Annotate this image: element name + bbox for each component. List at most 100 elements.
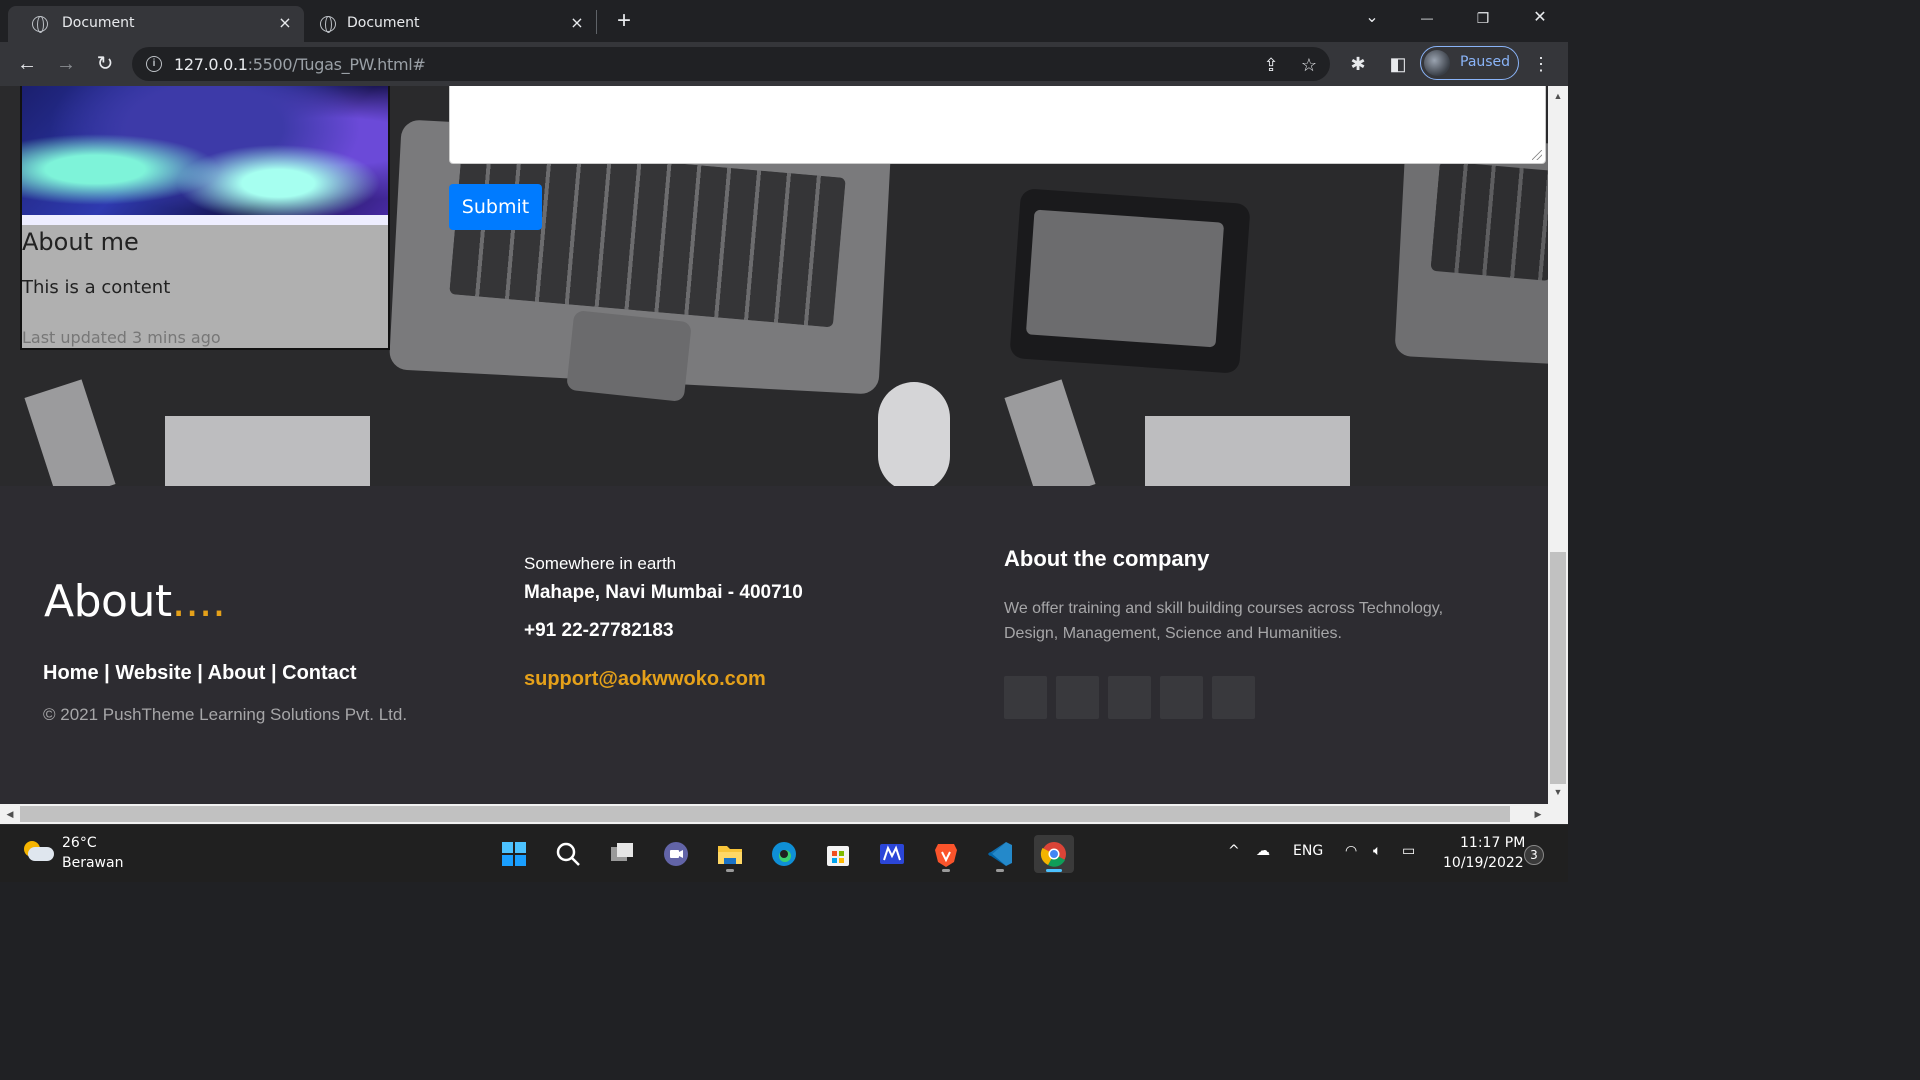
social-link-5[interactable] [1212,676,1255,719]
tray-illustration-2 [1004,379,1096,486]
share-icon[interactable]: ⇪ [1260,54,1282,76]
card-text: This is a content [22,277,171,298]
horizontal-scrollbar[interactable]: ◀ ▶ [0,804,1568,824]
address-bar[interactable]: i 127.0.0.1:5500/Tugas_PW.html# ⇪ ☆ [132,47,1330,81]
edge-button[interactable] [764,835,804,873]
close-tab-icon[interactable]: × [274,12,296,34]
extensions-icon[interactable]: ✱ [1345,52,1371,76]
tab-search-button[interactable]: ⌄ [1352,4,1392,32]
scroll-down-arrow-icon[interactable]: ▼ [1552,786,1564,798]
microsoft-store-button[interactable] [818,835,858,873]
tab-strip: Document × Document × + ⌄ — ❐ ✕ [0,0,1568,42]
message-textarea[interactable] [449,86,1546,164]
volume-icon[interactable]: 🔈︎ [1373,843,1381,859]
url-path: :5500/Tugas_PW.html# [247,55,426,74]
tab-title: Document [347,15,420,31]
social-link-1[interactable] [1004,676,1047,719]
vertical-scrollbar[interactable]: ▲ ▼ [1548,86,1568,804]
onedrive-cloud-icon[interactable]: ☁ [1256,843,1270,859]
reload-button[interactable]: ↻ [90,50,120,78]
chrome-icon [1040,842,1066,867]
vscode-icon [988,842,1012,866]
card-title: About me [22,228,139,256]
minimize-button[interactable]: — [1407,4,1447,32]
card-image [22,86,388,225]
url-text[interactable]: 127.0.0.1:5500/Tugas_PW.html# [174,55,426,74]
footer-link-home[interactable]: Home [43,662,99,684]
scroll-right-arrow-icon[interactable]: ▶ [1532,808,1544,820]
chrome-button[interactable] [1034,835,1074,873]
notification-count-badge[interactable]: 3 [1524,845,1544,865]
globe-icon [320,16,336,33]
close-window-button[interactable]: ✕ [1520,4,1560,32]
site-footer: About.... Home | Website | About | Conta… [0,486,1548,804]
tab-separator [596,10,597,34]
browser-menu-icon[interactable]: ⋮ [1528,52,1554,76]
tab-document-1[interactable]: Document × [8,6,304,42]
site-info-icon[interactable]: i [146,56,162,72]
scroll-up-arrow-icon[interactable]: ▲ [1552,90,1564,102]
footer-company-title: About the company [1004,546,1210,571]
weather-temperature[interactable]: 26°C [62,835,97,851]
back-button[interactable]: ← [12,50,42,78]
markdown-editor-icon [880,844,904,864]
weather-cloudy-icon[interactable] [22,839,54,865]
avatar [1424,50,1450,76]
vscode-button[interactable] [980,835,1020,873]
brave-lion-icon [935,844,957,867]
resize-handle-icon[interactable] [1532,150,1542,160]
footer-link-separator: | [197,662,203,684]
weather-description[interactable]: Berawan [62,855,123,871]
social-link-4[interactable] [1160,676,1203,719]
restore-button[interactable]: ❐ [1463,4,1503,32]
footer-email-link[interactable]: support@aokwwoko.com [524,668,766,691]
bookmark-star-icon[interactable]: ☆ [1298,54,1320,76]
profile-button[interactable]: Paused [1420,46,1519,80]
footer-brand-word: About [44,576,172,627]
teams-chat-icon [664,842,688,866]
paper-illustration-2 [1145,416,1350,486]
footer-link-contact[interactable]: Contact [282,662,356,684]
footer-phone: +91 22-27782183 [524,620,674,641]
vertical-scroll-thumb[interactable] [1550,552,1566,784]
chat-button[interactable] [656,835,696,873]
social-link-2[interactable] [1056,676,1099,719]
footer-address-line2: Mahape, Navi Mumbai - 400710 [524,582,803,603]
running-indicator [996,869,1004,872]
task-view-button[interactable] [602,835,642,873]
browser-toolbar: ← → ↻ i 127.0.0.1:5500/Tugas_PW.html# ⇪ … [0,42,1568,86]
markdown-editor-button[interactable] [872,835,912,873]
horizontal-scroll-thumb[interactable] [20,806,1510,822]
scroll-left-arrow-icon[interactable]: ◀ [4,808,16,820]
active-indicator [1046,869,1062,872]
tab-document-2[interactable]: Document × [300,6,596,42]
windows-logo-icon [502,842,526,866]
start-button[interactable] [494,835,534,873]
submit-button[interactable]: Submit [449,184,542,230]
wifi-icon[interactable]: ◠ [1345,843,1357,859]
about-me-card: About me This is a content Last updated … [20,86,390,350]
footer-brand-title: About.... [44,576,226,627]
input-language-indicator[interactable]: ENG [1293,843,1323,859]
footer-link-about[interactable]: About [208,662,266,684]
footer-brand-dots: .... [171,576,226,627]
folder-icon [718,846,742,864]
battery-icon[interactable]: ▭ [1402,843,1415,859]
file-explorer-button[interactable] [710,835,750,873]
mouse-illustration [878,382,950,486]
forward-button[interactable]: → [51,50,81,78]
close-tab-icon[interactable]: × [566,12,588,34]
clock-time[interactable]: 11:17 PM [1460,835,1525,851]
globe-icon [32,16,48,33]
footer-link-website[interactable]: Website [115,662,191,684]
show-hidden-icons-chevron[interactable]: ^ [1228,843,1240,859]
touchpad-illustration [566,310,692,402]
social-link-3[interactable] [1108,676,1151,719]
url-host: 127.0.0.1 [174,55,248,74]
taskbar-search-button[interactable] [548,835,588,873]
clock-date[interactable]: 10/19/2022 [1443,855,1524,871]
new-tab-button[interactable]: + [610,8,638,36]
task-view-icon [611,843,633,861]
side-panel-icon[interactable]: ◧ [1385,52,1411,76]
brave-button[interactable] [926,835,966,873]
